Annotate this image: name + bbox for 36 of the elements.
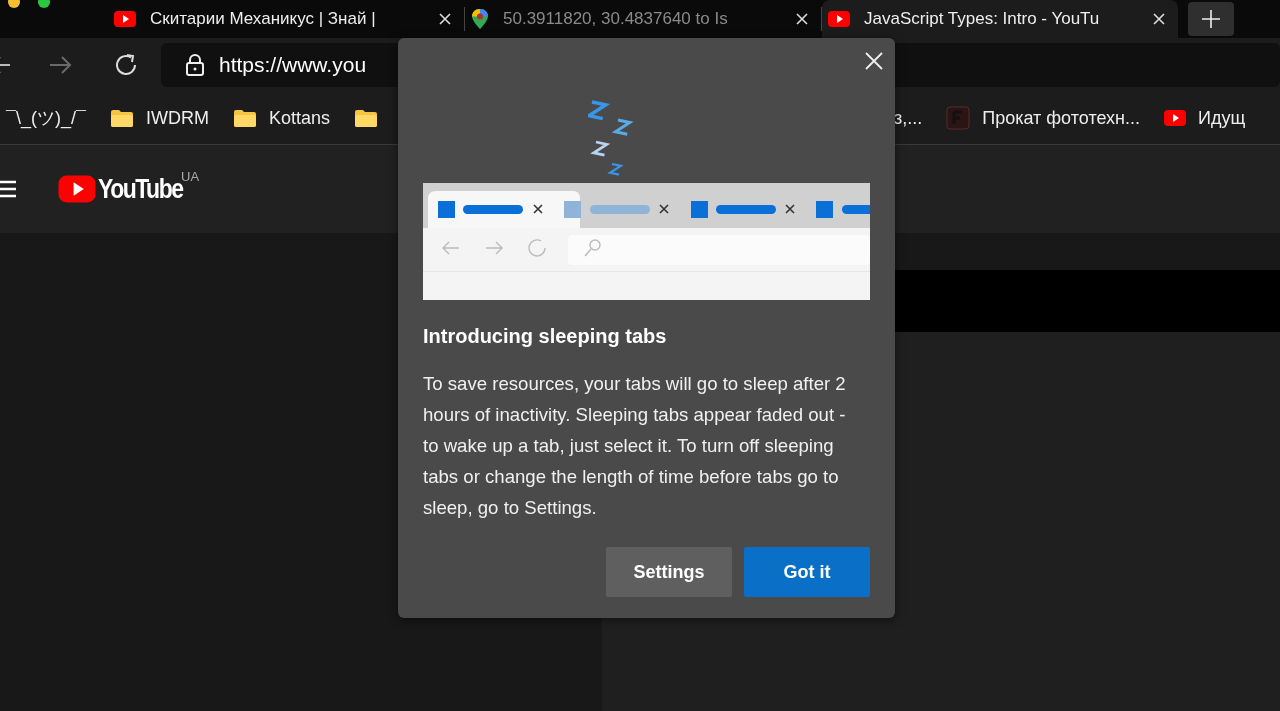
browser-tab[interactable]: JavaScript Types: Intro - YouTu <box>822 0 1178 38</box>
dialog-title: Introducing sleeping tabs <box>423 325 668 348</box>
folder-icon <box>109 108 134 128</box>
tab-title: Скитарии Механикус | Знай | <box>150 9 377 29</box>
folder-icon <box>353 108 378 128</box>
logo-text[interactable]: YouTube <box>98 173 183 205</box>
play-icon[interactable] <box>58 172 96 206</box>
bookmark[interactable]: Прокат фототехн... <box>982 107 1140 129</box>
lock-icon <box>185 54 205 76</box>
bookmark[interactable]: IWDRM <box>145 107 209 129</box>
play-icon <box>828 9 850 29</box>
close-icon[interactable] <box>1152 12 1166 26</box>
reload-icon[interactable] <box>115 53 139 77</box>
confirm-button[interactable]: Got it <box>744 547 870 597</box>
folder-icon <box>232 108 257 128</box>
menu-icon[interactable] <box>0 180 16 198</box>
close-icon[interactable] <box>795 12 809 26</box>
letter-f-icon <box>946 106 971 130</box>
new-tab-button[interactable] <box>1188 2 1234 36</box>
browser-tab[interactable]: 50.3911820, 30.4837640 to Is <box>465 0 821 38</box>
play-icon <box>114 9 136 29</box>
region-label: UA <box>181 169 200 184</box>
play-icon <box>1164 108 1186 128</box>
browser-tab[interactable]: Скитарии Механикус | Знай | <box>108 0 464 38</box>
map-pin-icon <box>471 8 489 30</box>
bookmark[interactable]: Идущ <box>1198 107 1246 129</box>
dialog-text: To save resources, your tabs will go to sleep after 2 hours of inactivity. Sleeping tabs appear faded out - to wake up a tab, just select it. To turn off sleeping tabs or change the length of time before tabs go to sleep, go to Settings. <box>423 372 847 520</box>
settings-button[interactable]: Settings <box>606 547 732 597</box>
close-icon[interactable] <box>438 12 452 26</box>
tab-title: JavaScript Types: Intro - YouTu <box>864 9 1101 29</box>
close-icon[interactable] <box>864 51 884 71</box>
tab-title: 50.3911820, 30.4837640 to Is <box>503 9 729 29</box>
bookmark[interactable]: Kottans <box>268 107 330 129</box>
bookmark[interactable]: з,... <box>893 107 923 129</box>
plus-icon <box>1201 9 1221 29</box>
bookmark[interactable]: ¯\_(ツ)_/¯ <box>6 106 86 130</box>
